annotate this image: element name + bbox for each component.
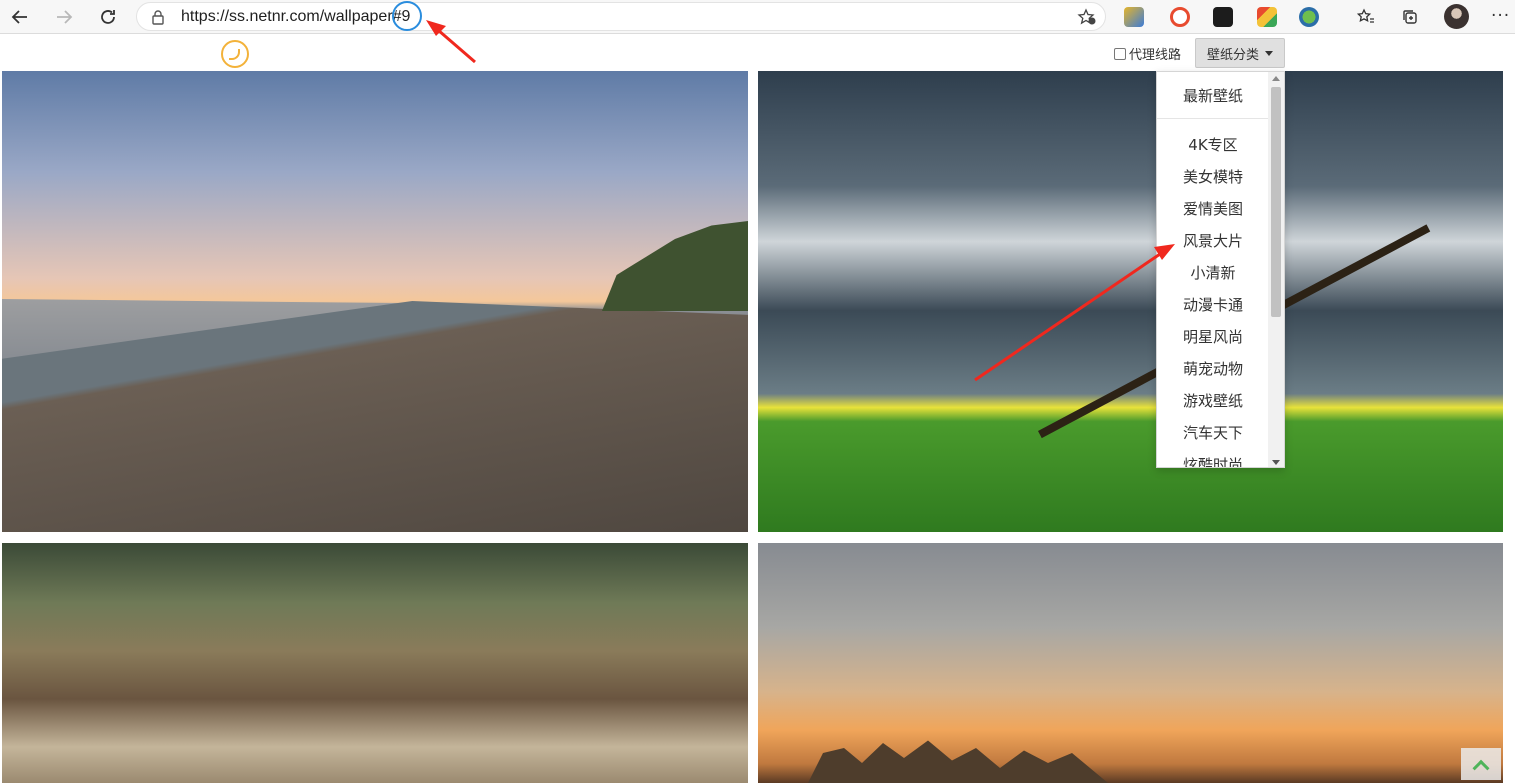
- url-text[interactable]: https://ss.netnr.com/wallpaper#9: [181, 8, 410, 26]
- more-menu-icon[interactable]: ···: [1491, 6, 1510, 26]
- extension-shield-icon[interactable]: [1124, 7, 1144, 27]
- favorite-star-icon[interactable]: [1077, 8, 1097, 26]
- menu-item-4k[interactable]: 4K专区: [1157, 134, 1269, 155]
- menu-item-fresh[interactable]: 小清新: [1157, 262, 1269, 283]
- menu-item-fashion[interactable]: 炫酷时尚: [1157, 454, 1269, 467]
- menu-item-pets[interactable]: 萌宠动物: [1157, 358, 1269, 379]
- menu-item-love[interactable]: 爱情美图: [1157, 198, 1269, 219]
- profile-avatar[interactable]: [1444, 4, 1469, 29]
- star-list-icon: [1357, 8, 1374, 23]
- category-dropdown-button[interactable]: 壁纸分类: [1195, 38, 1285, 68]
- back-arrow-icon: [11, 10, 27, 24]
- browser-toolbar: https://ss.netnr.com/wallpaper#9 ···: [0, 0, 1515, 34]
- rock-formations: [808, 740, 1108, 783]
- trees-shape: [602, 221, 748, 311]
- address-bar[interactable]: https://ss.netnr.com/wallpaper#9: [136, 2, 1106, 31]
- menu-item-models[interactable]: 美女模特: [1157, 166, 1269, 187]
- menu-item-stars[interactable]: 明星风尚: [1157, 326, 1269, 347]
- menu-item-anime[interactable]: 动漫卡通: [1157, 294, 1269, 315]
- url-host: https://ss.netnr.com/wallpaper: [181, 8, 393, 25]
- chevron-up-icon: [1472, 759, 1490, 777]
- reload-button[interactable]: [95, 5, 121, 29]
- menu-item-games[interactable]: 游戏壁纸: [1157, 390, 1269, 411]
- menu-item-scenery[interactable]: 风景大片: [1157, 230, 1269, 251]
- highlight-circle: [392, 1, 422, 31]
- wallpaper-beach[interactable]: [2, 71, 748, 532]
- collections-icon: [1403, 10, 1417, 24]
- site-logo[interactable]: [221, 40, 249, 68]
- menu-item-cars[interactable]: 汽车天下: [1157, 422, 1269, 443]
- menu-scrollbar[interactable]: [1268, 72, 1284, 467]
- extension-infinity-icon[interactable]: [1170, 7, 1190, 27]
- category-button-label: 壁纸分类: [1206, 47, 1259, 63]
- extension-color-icon[interactable]: [1257, 7, 1277, 27]
- collections-button[interactable]: [1397, 5, 1423, 29]
- wallpaper-rolling-hills[interactable]: [2, 543, 748, 783]
- caret-down-icon: [1265, 50, 1273, 56]
- back-button[interactable]: [7, 5, 33, 29]
- menu-separator: [1157, 118, 1269, 119]
- proxy-checkbox[interactable]: 代理线路: [1114, 44, 1181, 63]
- checkbox-box[interactable]: [1114, 47, 1126, 60]
- scroll-thumb[interactable]: [1271, 87, 1281, 317]
- wallpaper-desert-sunset[interactable]: [758, 543, 1503, 783]
- reload-icon: [101, 10, 115, 24]
- extension-globe-icon[interactable]: [1299, 7, 1319, 27]
- scroll-up-icon[interactable]: [1272, 76, 1280, 81]
- scroll-down-icon[interactable]: [1272, 460, 1280, 465]
- lock-icon: [152, 10, 164, 25]
- page-header: 代理线路 壁纸分类: [0, 35, 1515, 70]
- favorites-list-button[interactable]: [1353, 5, 1379, 29]
- menu-item-latest[interactable]: 最新壁纸: [1157, 85, 1269, 106]
- wallpaper-storm-field[interactable]: [758, 71, 1503, 532]
- proxy-label: 代理线路: [1129, 48, 1182, 63]
- forward-button[interactable]: [51, 5, 77, 29]
- extension-bars-icon[interactable]: [1213, 7, 1233, 27]
- back-to-top-button[interactable]: [1461, 748, 1501, 780]
- forward-arrow-icon: [57, 10, 73, 24]
- category-dropdown-menu: 最新壁纸 4K专区 美女模特 爱情美图 风景大片 小清新 动漫卡通 明星风尚 萌…: [1156, 71, 1285, 468]
